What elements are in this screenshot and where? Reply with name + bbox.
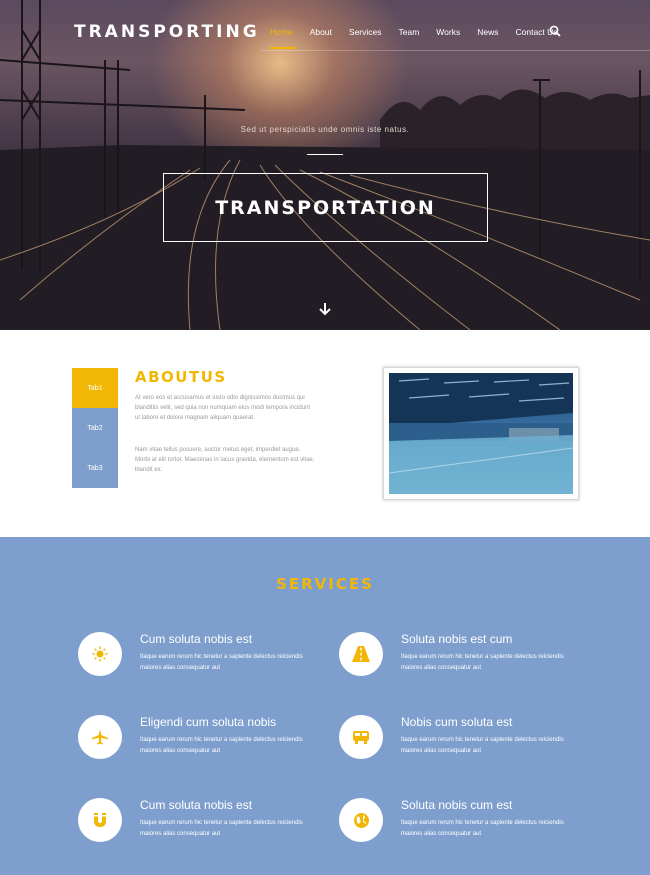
globe-icon [353, 812, 369, 828]
bus-icon [353, 731, 369, 744]
service-description: Itaque earum rerum hic tenetur a sapient… [140, 654, 303, 671]
service-icon-circle [339, 715, 383, 759]
magnet-icon [94, 813, 106, 827]
about-title: ABOUTUS [135, 368, 227, 386]
nav-divider [262, 50, 650, 51]
service-item: Soluta nobis cum est Itaque earum rerum … [339, 798, 599, 858]
about-paragraph-2: Nam vitae tellus posuere, auctor metus e… [135, 447, 315, 473]
hero-section: TRANSPORTING Home About Services Team Wo… [0, 0, 650, 330]
site-logo[interactable]: TRANSPORTING [74, 22, 260, 42]
about-tabs: Tab1 Tab2 Tab3 [72, 368, 118, 488]
nav-item-services[interactable]: Services [349, 27, 382, 37]
service-item: Soluta nobis est cum Itaque earum rerum … [339, 632, 599, 692]
about-section: Tab1 Tab2 Tab3 ABOUTUS At vero eos et ac… [0, 330, 650, 537]
nav-item-team[interactable]: Team [399, 27, 420, 37]
service-name: Soluta nobis cum est [401, 798, 513, 812]
main-nav: Home About Services Team Works News Cont… [270, 27, 575, 37]
service-item: Cum soluta nobis est Itaque earum rerum … [78, 632, 338, 692]
hero-divider [307, 154, 343, 155]
hero-title-box: TRANSPORTATION [163, 173, 488, 242]
service-description: Itaque earum rerum hic tenetur a sapient… [401, 820, 564, 837]
service-name: Soluta nobis est cum [401, 632, 513, 646]
hero-subtitle: Sed ut perspiciatis unde omnis iste natu… [240, 125, 410, 134]
service-icon-circle [339, 632, 383, 676]
service-name: Eligendi cum soluta nobis [140, 715, 277, 729]
hero-title: TRANSPORTATION [215, 196, 436, 219]
about-image-frame [383, 367, 579, 500]
service-description: Itaque earum rerum hic tenetur a sapient… [140, 820, 303, 837]
nav-item-about[interactable]: About [310, 27, 332, 37]
active-nav-underline [270, 47, 296, 49]
service-icon-circle [78, 798, 122, 842]
service-icon-circle [339, 798, 383, 842]
service-description: Itaque earum rerum hic tenetur a sapient… [401, 654, 564, 671]
tab-2[interactable]: Tab2 [72, 408, 118, 448]
service-name: Nobis cum soluta est [401, 715, 513, 729]
services-section: SERVICES Cum soluta nobis est Itaque ear… [0, 537, 650, 875]
nav-item-news[interactable]: News [477, 27, 498, 37]
warehouse-image [389, 373, 573, 494]
service-description: Itaque earum rerum hic tenetur a sapient… [401, 737, 564, 754]
service-item: Cum soluta nobis est Itaque earum rerum … [78, 798, 338, 858]
service-item: Nobis cum soluta est Itaque earum rerum … [339, 715, 599, 775]
service-name: Cum soluta nobis est [140, 632, 253, 646]
service-icon-circle [78, 715, 122, 759]
service-description: Itaque earum rerum hic tenetur a sapient… [140, 737, 303, 754]
tab-1[interactable]: Tab1 [72, 368, 118, 408]
airplane-icon [92, 729, 108, 745]
sun-icon [92, 646, 108, 662]
arrow-down-icon[interactable] [318, 302, 332, 316]
nav-item-works[interactable]: Works [436, 27, 460, 37]
road-icon [352, 646, 370, 662]
about-paragraph-1: At vero eos et accusamus et iusto odio d… [135, 395, 311, 421]
tab-3[interactable]: Tab3 [72, 448, 118, 488]
service-icon-circle [78, 632, 122, 676]
service-name: Cum soluta nobis est [140, 798, 253, 812]
search-icon[interactable] [549, 25, 561, 37]
nav-item-home[interactable]: Home [270, 27, 293, 37]
services-title: SERVICES [276, 575, 374, 593]
service-item: Eligendi cum soluta nobis Itaque earum r… [78, 715, 338, 775]
